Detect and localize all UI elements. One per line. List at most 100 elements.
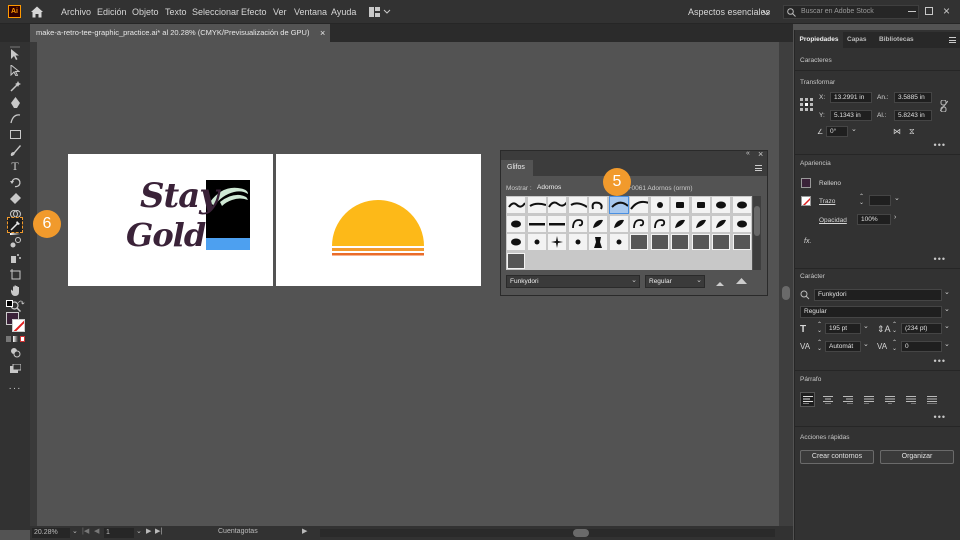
close-tab-icon[interactable]: × [320,24,325,42]
eyedropper-tool-selected[interactable] [7,217,23,233]
glyph-cell[interactable] [711,233,731,251]
chevron-down-icon[interactable]: ⌄ [944,288,950,296]
artboard-sun[interactable] [276,154,481,286]
direct-selection-tool-icon[interactable] [8,64,22,76]
artboard-number-field[interactable]: 1 [104,528,134,538]
glyph-cell[interactable] [547,233,567,251]
stroke-swatch[interactable] [801,196,811,206]
type-tool-icon[interactable]: T [8,159,22,173]
chevron-down-icon[interactable]: ⌄ [851,125,857,133]
opacity-arrow-icon[interactable]: › [894,214,896,221]
glyph-cell[interactable] [567,196,588,214]
next-artboard-icon[interactable]: ▶ [146,527,151,535]
screen-mode-icon[interactable] [8,362,22,374]
zoom-out-glyphs-icon[interactable] [716,279,724,286]
magic-wand-tool-icon[interactable] [8,80,22,92]
menu-efecto[interactable]: Efecto [241,0,267,24]
glyph-cell[interactable] [649,214,670,233]
rotate-tool-icon[interactable] [8,176,22,188]
first-artboard-icon[interactable]: |◀ [82,527,89,535]
glyph-cell[interactable] [670,214,690,233]
document-tab[interactable]: make-a-retro-tee-graphic_practice.ai* al… [30,24,330,42]
panel-menu-icon[interactable] [755,165,762,171]
width-field[interactable]: 3.5885 in [894,92,932,103]
chevron-down-icon[interactable]: ⌄ [863,340,869,348]
tab-capas[interactable]: Capas [847,32,867,48]
tracking-field[interactable]: 0 [901,341,942,352]
vertical-scroll-thumb[interactable] [782,286,790,300]
align-right-icon[interactable] [843,396,853,406]
status-menu-icon[interactable]: ▶ [302,527,307,535]
glyph-cell[interactable] [526,196,547,214]
menu-ventana[interactable]: Ventana [294,0,327,24]
y-field[interactable]: 5.1343 in [830,110,872,121]
fill-swatch[interactable] [801,178,811,188]
horizontal-scroll-thumb[interactable] [573,529,589,537]
zoom-field[interactable]: 20.28% [32,528,70,538]
font-size-stepper[interactable]: ⌃ ⌄ [817,322,822,334]
maximize-icon[interactable] [925,7,933,15]
font-size-field[interactable]: 195 pt [825,323,861,334]
glyph-cell[interactable] [649,233,670,251]
glyph-cell[interactable] [567,214,588,233]
glyph-cell[interactable] [711,196,731,214]
zoom-in-glyphs-icon[interactable] [736,277,747,284]
edit-toolbar-icon[interactable]: ··· [8,382,22,394]
curvature-tool-icon[interactable] [8,112,22,124]
panel-menu-icon[interactable] [949,37,956,43]
chevron-down-icon[interactable]: ⌄ [944,322,950,330]
artboard-tool-icon[interactable] [8,268,22,280]
constrain-proportions-icon[interactable] [939,99,949,113]
create-outlines-button[interactable]: Crear contornos [800,450,874,464]
glyph-cell[interactable] [670,196,690,214]
glyph-cell[interactable] [506,233,526,251]
collapse-panel-icon[interactable]: « [746,150,750,157]
glyph-cell[interactable] [547,214,567,233]
menu-ver[interactable]: Ver [273,0,287,24]
font-search-icon[interactable] [800,290,810,300]
stroke-color-swatch[interactable] [12,319,25,332]
rectangle-tool-icon[interactable] [8,128,22,140]
height-field[interactable]: 5.8243 in [894,110,932,121]
blend-tool-icon[interactable] [8,236,22,248]
glyph-cell[interactable] [526,214,547,233]
chevron-down-icon[interactable]: ⌄ [894,194,900,202]
glyph-cell[interactable] [567,233,588,251]
tab-propiedades[interactable]: Propiedades [795,32,843,48]
stroke-stepper[interactable]: ⌃ ⌄ [859,194,864,206]
kerning-stepper[interactable]: ⌃ ⌄ [817,340,822,352]
minimize-icon[interactable] [908,11,916,12]
glyph-cell[interactable] [731,214,752,233]
tracking-stepper[interactable]: ⌃ ⌄ [892,340,897,352]
color-mode-icons[interactable] [6,336,26,342]
tab-bibliotecas[interactable]: Bibliotecas [879,32,914,48]
default-fill-stroke-icon[interactable] [6,300,13,307]
menu-ayuda[interactable]: Ayuda [331,0,356,24]
align-center-icon[interactable] [823,396,833,406]
last-artboard-icon[interactable]: ▶| [155,527,162,535]
glyph-cell[interactable] [588,214,608,233]
menu-edicion[interactable]: Edición [97,0,127,24]
chevron-down-icon[interactable]: ⌄ [944,340,950,348]
pen-tool-icon[interactable] [8,96,22,108]
reference-point-icon[interactable] [800,98,813,111]
stroke-weight-field[interactable] [869,195,891,206]
kerning-field[interactable]: Automát [825,341,861,352]
glyph-cell[interactable] [588,233,608,251]
opacity-label[interactable]: Opacidad [819,217,847,224]
justify-all-icon[interactable] [927,396,937,406]
more-options-icon[interactable]: ••• [934,140,946,150]
glyph-cell[interactable] [506,196,526,214]
show-select[interactable]: Adornos [535,182,607,194]
justify-right-icon[interactable] [906,396,916,406]
glyph-cell[interactable] [506,214,526,233]
glyph-grid[interactable] [506,196,752,270]
hand-tool-icon[interactable] [8,284,22,296]
swap-fill-stroke-icon[interactable]: ↷ [18,299,25,308]
eraser-tool-icon[interactable] [8,192,22,204]
close-panel-icon[interactable]: × [758,149,763,159]
arrange-documents-icon[interactable] [369,7,391,17]
glyph-grid-scrollbar[interactable] [753,196,761,270]
glyph-cell[interactable] [731,233,752,251]
chevron-down-icon[interactable]: ⌄ [944,305,950,313]
